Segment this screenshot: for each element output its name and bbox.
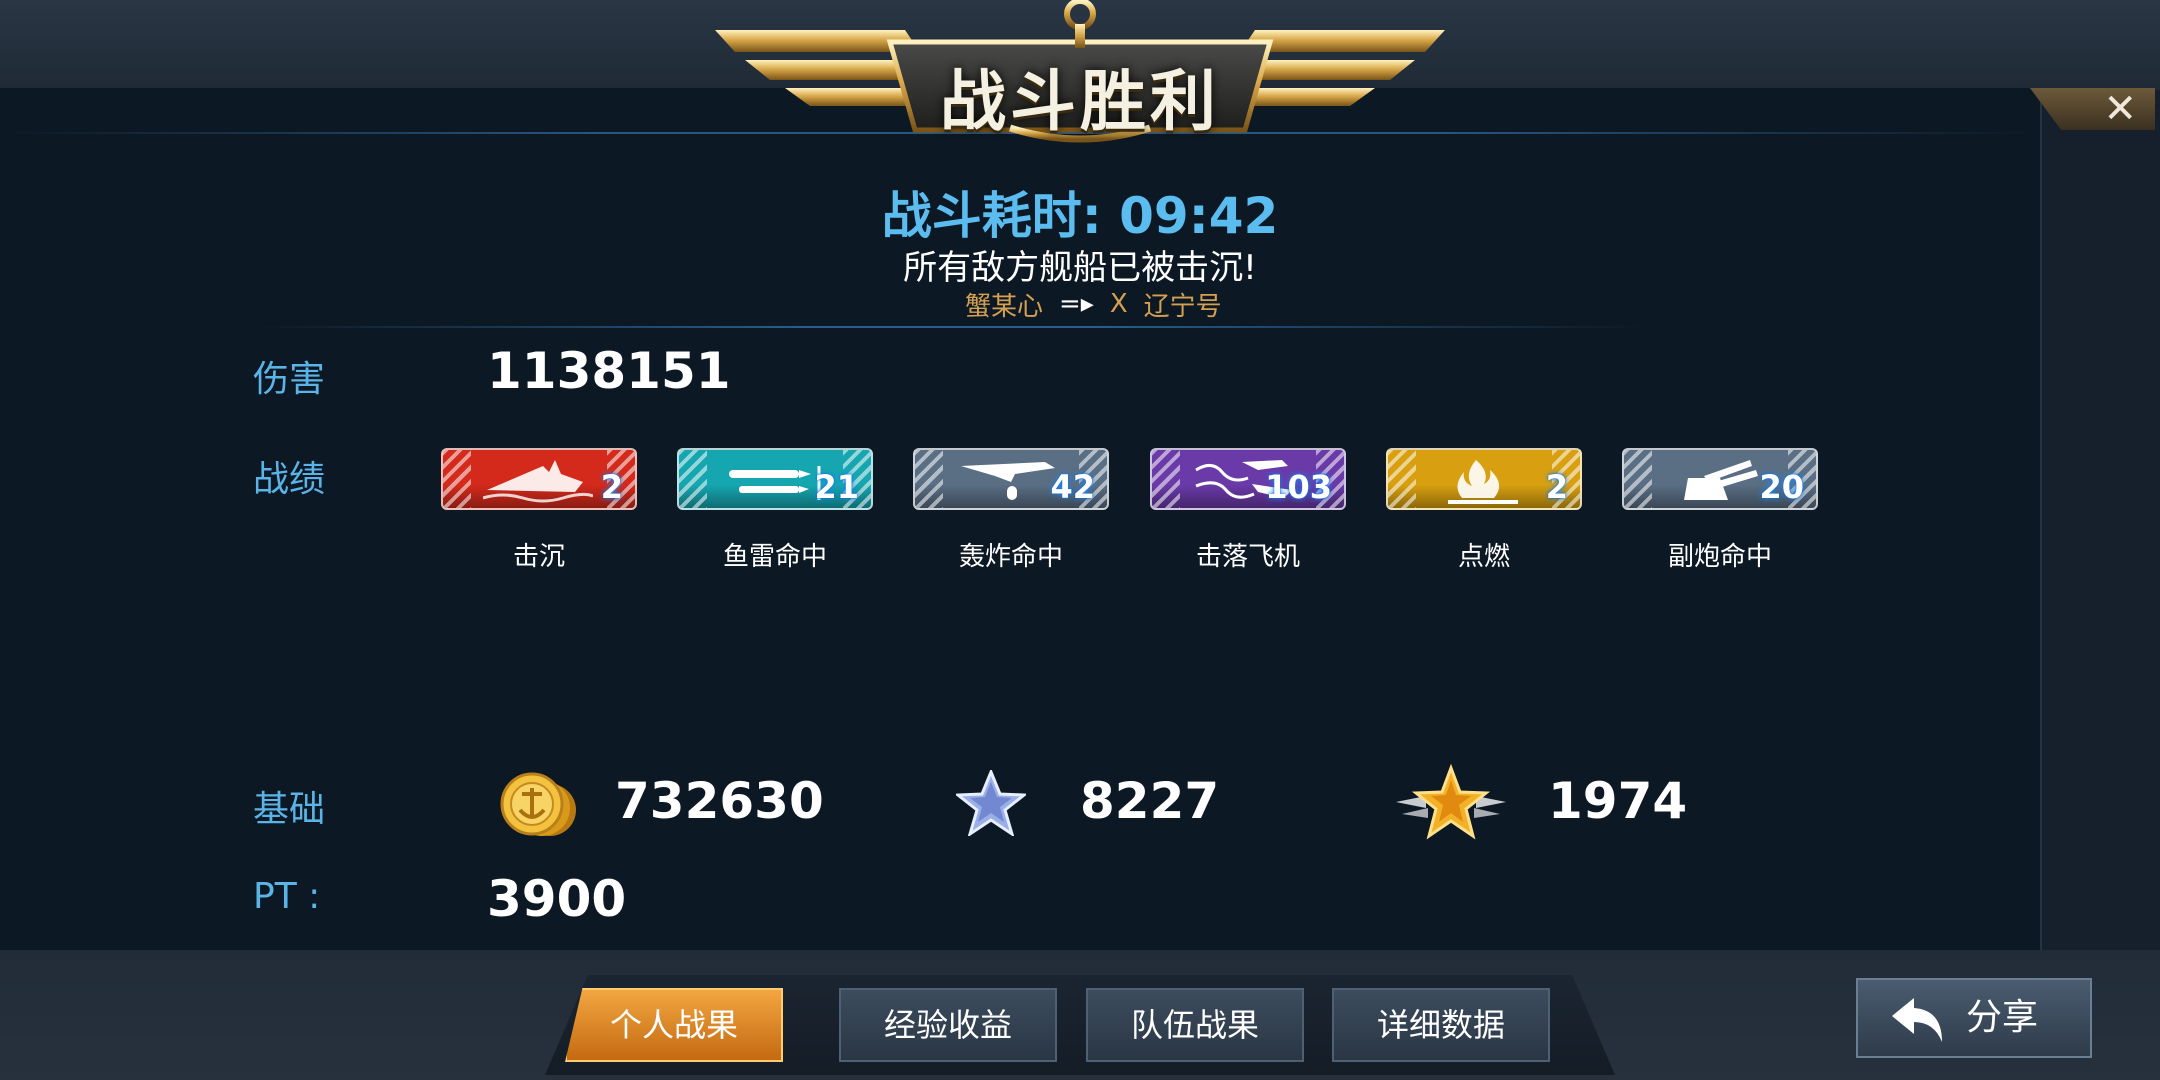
record-caption: 击沉 <box>512 542 565 572</box>
pt-value: 3900 <box>487 870 627 928</box>
record-label: 战绩 <box>253 459 326 500</box>
victory-title: 战斗胜利 <box>940 63 1220 140</box>
share-arrow-icon <box>1892 998 1942 1042</box>
record-item: 21 鱼雷命中 <box>677 448 873 573</box>
badge-stripe <box>679 450 707 508</box>
record-caption: 鱼雷命中 <box>722 542 827 572</box>
damage-label: 伤害 <box>253 359 326 400</box>
killfeed-separator: X <box>1109 289 1128 319</box>
record-item: 2 点燃 <box>1386 448 1582 573</box>
badge-stripe <box>915 450 943 508</box>
record-item: 20 副炮命中 <box>1622 448 1818 573</box>
record-badge: 2 <box>1386 448 1582 510</box>
silver-star-value: 8227 <box>1080 772 1220 830</box>
header-divider <box>250 326 1650 328</box>
kill-feed: 蟹某心 =▸ X 辽宁号 <box>965 286 1222 322</box>
record-count: 2 <box>600 468 623 506</box>
coins-value: 732630 <box>615 772 824 830</box>
record-count: 2 <box>1545 468 1568 506</box>
killfeed-target: 辽宁号 <box>1143 291 1222 322</box>
damage-value: 1138151 <box>487 342 731 400</box>
badge-stripe <box>1624 450 1652 508</box>
record-caption: 点燃 <box>1457 542 1510 572</box>
gold-star-value: 1974 <box>1548 772 1688 830</box>
close-button[interactable]: ✕ <box>2030 88 2155 130</box>
record-item: 2 击沉 <box>441 448 637 573</box>
tab-personal-results[interactable]: 个人战果 <box>565 988 783 1062</box>
killfeed-attacker: 蟹某心 <box>965 291 1044 322</box>
badge-stripe <box>1388 450 1416 508</box>
record-badge: 2 <box>441 448 637 510</box>
record-count: 42 <box>1050 468 1095 506</box>
record-badge: 21 <box>677 448 873 510</box>
record-badge: 20 <box>1622 448 1818 510</box>
record-count: 103 <box>1265 468 1332 506</box>
tab-experience-gain[interactable]: 经验收益 <box>839 988 1057 1062</box>
badge-stripe <box>443 450 471 508</box>
killfeed-arrow: =▸ <box>1059 289 1094 319</box>
coin-icon <box>498 770 580 844</box>
tab-detailed-data[interactable]: 详细数据 <box>1332 988 1550 1062</box>
record-item: 42 轰炸命中 <box>913 448 1109 573</box>
record-badge: 42 <box>913 448 1109 510</box>
tab-team-results[interactable]: 队伍战果 <box>1086 988 1304 1062</box>
record-count: 21 <box>814 468 859 506</box>
gold-star-icon <box>1396 763 1506 844</box>
record-caption: 轰炸命中 <box>958 542 1063 572</box>
record-caption: 副炮命中 <box>1667 542 1772 572</box>
battle-duration: 战斗耗时: 09:42 <box>881 187 1279 245</box>
record-badge: 103 <box>1150 448 1346 510</box>
record-count: 20 <box>1759 468 1804 506</box>
silver-star-icon <box>953 768 1029 840</box>
record-caption: 击落飞机 <box>1195 542 1300 572</box>
share-button[interactable]: 分享 <box>1856 978 2092 1058</box>
base-label: 基础 <box>253 789 326 830</box>
victory-emblem: 战斗胜利 <box>715 0 1445 150</box>
record-item: 103 击落飞机 <box>1150 448 1346 573</box>
share-label: 分享 <box>1966 997 2039 1038</box>
result-message: 所有敌方舰船已被击沉! <box>903 248 1257 288</box>
pt-label: PT : <box>253 876 321 917</box>
badge-stripe <box>1152 450 1180 508</box>
